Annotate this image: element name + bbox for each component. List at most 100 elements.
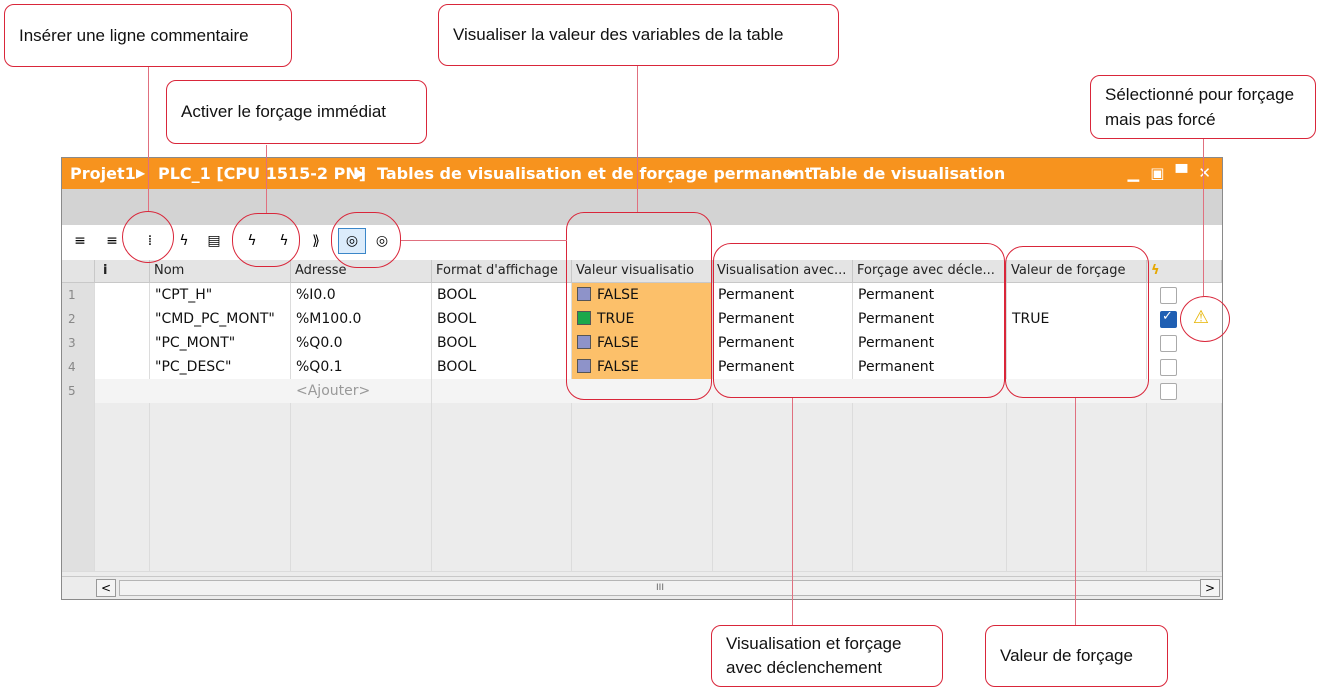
empty-cell (150, 427, 291, 451)
empty-cell (95, 547, 150, 571)
empty-cell (432, 475, 572, 499)
cell-n: 2 (62, 307, 95, 331)
cell-format[interactable]: BOOL (432, 355, 572, 379)
empty-cell (853, 451, 1007, 475)
stop-force-icon[interactable]: ⟫ (304, 229, 328, 253)
connector-line (792, 398, 793, 626)
empty-cell (1147, 475, 1222, 499)
empty-cell (291, 547, 432, 571)
breadcrumb-project[interactable]: Projet1 (70, 158, 136, 189)
empty-cell (1147, 451, 1222, 475)
empty-cell (1007, 427, 1147, 451)
breadcrumb-separator-icon: ▶ (136, 166, 146, 180)
empty-row (62, 499, 1222, 524)
title-bar: Projet1 ▶ PLC_1 [CPU 1515-2 PN] ▶ Tables… (62, 158, 1222, 189)
cell-nom[interactable]: "CPT_H" (150, 283, 291, 307)
cell-nom[interactable]: "PC_MONT" (150, 331, 291, 355)
cell-adresse[interactable]: %I0.0 (291, 283, 432, 307)
callout-declenchement: Visualisation et forçage avec déclenchem… (711, 625, 943, 687)
cell-adresse[interactable]: %Q0.1 (291, 355, 432, 379)
callout-valeur-text: Valeur de forçage (1000, 646, 1133, 665)
header-force-icon: ϟ (1147, 260, 1222, 282)
header-format[interactable]: Format d'affichage (432, 260, 572, 282)
empty-cell (150, 547, 291, 571)
callout-visualiser: Visualiser la valeur des variables de la… (438, 4, 839, 66)
connector-line (401, 240, 567, 241)
force-select-checkbox[interactable] (1160, 309, 1177, 328)
connector-line (266, 145, 267, 213)
empty-row (62, 523, 1222, 548)
empty-cell (713, 547, 853, 571)
add-placeholder[interactable]: <Ajouter> (291, 379, 432, 403)
scroll-left-icon[interactable]: < (96, 579, 116, 597)
insert-row-icon[interactable]: ≡ (68, 229, 92, 253)
cell-info (95, 331, 150, 355)
empty-cell (1007, 403, 1147, 427)
callout-selectionne-text: Sélectionné pour forçage mais pas forcé (1105, 85, 1295, 129)
breadcrumb-separator-icon: ▶ (356, 166, 366, 180)
force-select-checkbox[interactable] (1160, 335, 1177, 352)
cell-n: 1 (62, 283, 95, 307)
empty-cell (95, 403, 150, 427)
force-select-checkbox[interactable] (1160, 287, 1177, 304)
empty-cell (572, 547, 713, 571)
empty-cell (95, 499, 150, 523)
empty-cell (1007, 499, 1147, 523)
callout-inserer-text: Insérer une ligne commentaire (19, 25, 249, 45)
cell-format[interactable]: BOOL (432, 331, 572, 355)
empty-cell (572, 403, 713, 427)
empty-row (62, 427, 1222, 452)
cell-adresse[interactable]: %Q0.0 (291, 331, 432, 355)
empty-row (62, 451, 1222, 476)
connector-line (1075, 398, 1076, 626)
connector-line (1203, 139, 1204, 296)
empty-cell (95, 427, 150, 451)
cell-format[interactable]: BOOL (432, 283, 572, 307)
modify-now-icon[interactable]: ϟ (172, 229, 196, 253)
breadcrumb-tables[interactable]: Tables de visualisation et de forçage pe… (377, 158, 812, 189)
empty-cell (291, 427, 432, 451)
cell-adresse[interactable]: %M100.0 (291, 307, 432, 331)
empty-cell (853, 475, 1007, 499)
empty-cell (1147, 427, 1222, 451)
horizontal-scrollbar[interactable]: < III > (62, 576, 1222, 599)
empty-cell (1007, 451, 1147, 475)
empty-cell (713, 427, 853, 451)
empty-cell (62, 499, 95, 523)
empty-cell (853, 547, 1007, 571)
callout-activer-text: Activer le forçage immédiat (181, 102, 387, 121)
cell-n: 5 (62, 379, 95, 403)
empty-cell (432, 427, 572, 451)
add-row-icon[interactable]: ≡ (100, 229, 124, 253)
empty-cell (62, 523, 95, 547)
force-select-checkbox[interactable] (1160, 383, 1177, 400)
empty-row (62, 403, 1222, 428)
callout-valeur: Valeur de forçage (985, 625, 1168, 687)
empty-cell (1007, 547, 1147, 571)
cell-nom[interactable]: "PC_DESC" (150, 355, 291, 379)
callout-activer: Activer le forçage immédiat (166, 80, 427, 144)
modify-trigger-icon[interactable]: ▤ (202, 229, 226, 253)
empty-cell (1007, 475, 1147, 499)
empty-cell (291, 475, 432, 499)
breadcrumb-plc[interactable]: PLC_1 [CPU 1515-2 PN] (158, 158, 366, 189)
empty-cell (432, 403, 572, 427)
empty-cell (291, 523, 432, 547)
empty-cell (1147, 403, 1222, 427)
empty-cell (62, 451, 95, 475)
empty-cell (713, 523, 853, 547)
breadcrumb-table: Table de visualisation (810, 164, 1006, 183)
scroll-thumb[interactable]: III (119, 580, 1201, 596)
empty-cell (853, 499, 1007, 523)
breadcrumb-separator-icon: ▶ (788, 166, 798, 180)
highlight-trigger-columns (713, 243, 1005, 398)
connector-line (148, 67, 149, 211)
window-controls[interactable]: ▁ ▣ ▀ ✕ (1128, 158, 1214, 189)
cell-info (95, 283, 150, 307)
cell-nom[interactable]: "CMD_PC_MONT" (150, 307, 291, 331)
empty-cell (62, 547, 95, 571)
cell-format[interactable]: BOOL (432, 307, 572, 331)
empty-cell (572, 499, 713, 523)
force-select-checkbox[interactable] (1160, 359, 1177, 376)
scroll-right-icon[interactable]: > (1200, 579, 1220, 597)
